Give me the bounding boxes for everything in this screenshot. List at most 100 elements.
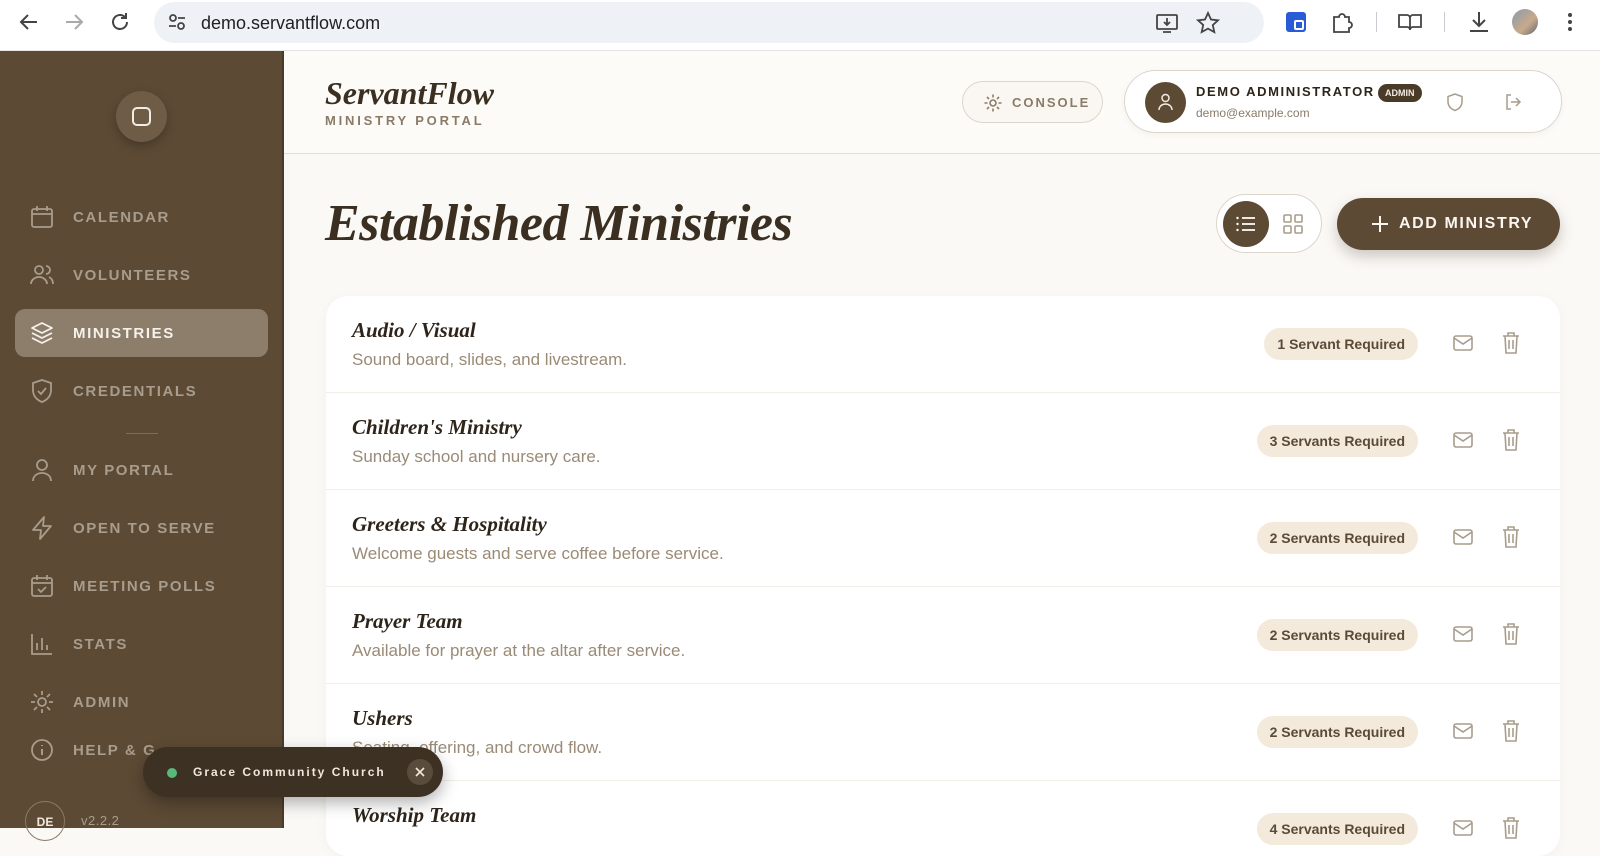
trash-icon[interactable]: [1500, 816, 1522, 840]
ministry-name: Audio / Visual: [352, 318, 476, 342]
back-arrow-icon[interactable]: [17, 10, 41, 34]
list-icon: [1236, 216, 1255, 232]
sidebar-item-label: CREDENTIALS: [73, 383, 198, 400]
trash-icon[interactable]: [1500, 331, 1522, 355]
grid-view-icon[interactable]: [1281, 212, 1305, 236]
trash-icon[interactable]: [1500, 719, 1522, 743]
add-ministry-button[interactable]: ADD MINISTRY: [1337, 198, 1560, 250]
sidebar-item-label: MINISTRIES: [73, 325, 175, 342]
ministries-list: Audio / Visual Sound board, slides, and …: [326, 296, 1560, 856]
close-toast-button[interactable]: [407, 759, 433, 785]
servants-required-badge: 1 Servant Required: [1264, 328, 1418, 360]
site-settings-icon[interactable]: [166, 11, 188, 33]
app-version: v2.2.2: [81, 813, 120, 828]
brand-subtitle: MINISTRY PORTAL: [325, 113, 485, 128]
logout-icon[interactable]: [1503, 92, 1523, 112]
user-initials-avatar[interactable]: DE: [25, 801, 65, 841]
user-name: DEMO ADMINISTRATOR: [1196, 84, 1375, 99]
users-icon: [30, 265, 54, 285]
toolbar-separator: [1444, 12, 1445, 32]
ministry-row[interactable]: Ushers Seating, offering, and crowd flow…: [326, 684, 1560, 781]
sidebar-divider: [126, 433, 158, 434]
app-header: ServantFlow MINISTRY PORTAL CONSOLE DEMO…: [284, 51, 1600, 154]
add-ministry-label: ADD MINISTRY: [1399, 215, 1534, 232]
mail-icon[interactable]: [1452, 720, 1474, 742]
gear-icon: [984, 94, 1002, 112]
app-logo[interactable]: [116, 91, 167, 142]
ministry-name: Ushers: [352, 706, 413, 730]
ministry-row[interactable]: Children's Ministry Sunday school and nu…: [326, 393, 1560, 490]
ministry-description: Sunday school and nursery care.: [352, 447, 601, 466]
servants-required-badge: 2 Servants Required: [1256, 716, 1418, 748]
mail-icon[interactable]: [1452, 429, 1474, 451]
browser-toolbar: demo.servantflow.com: [0, 0, 1600, 51]
logo-square-icon: [132, 107, 151, 126]
list-view-button[interactable]: [1223, 201, 1269, 247]
sidebar-item-stats[interactable]: STATS: [15, 620, 268, 668]
sidebar: CALENDAR VOLUNTEERS MINISTRIES CREDENTIA…: [0, 51, 284, 841]
user-avatar[interactable]: [1145, 82, 1186, 123]
lightning-icon: [32, 516, 52, 540]
trash-icon[interactable]: [1500, 428, 1522, 452]
servants-required-badge: 2 Servants Required: [1256, 522, 1418, 554]
trash-icon[interactable]: [1500, 525, 1522, 549]
servants-required-badge: 2 Servants Required: [1256, 619, 1418, 651]
bar-chart-icon: [31, 634, 52, 655]
page-title: Established Ministries: [325, 195, 793, 252]
extensions-icon[interactable]: [1329, 9, 1355, 35]
sidebar-item-open-to-serve[interactable]: OPEN TO SERVE: [15, 504, 268, 552]
sidebar-item-label: CALENDAR: [73, 209, 170, 226]
sidebar-item-label: ADMIN: [73, 694, 131, 711]
ministry-description: Welcome guests and serve coffee before s…: [352, 544, 724, 563]
sidebar-item-label: STATS: [73, 636, 128, 653]
servants-required-badge: 3 Servants Required: [1256, 425, 1418, 457]
toolbar-separator: [1376, 12, 1377, 32]
mail-icon[interactable]: [1452, 526, 1474, 548]
sidebar-item-volunteers[interactable]: VOLUNTEERS: [15, 251, 268, 299]
sidebar-item-my-portal[interactable]: MY PORTAL: [15, 446, 268, 494]
brand-name[interactable]: ServantFlow: [325, 75, 494, 112]
mail-icon[interactable]: [1452, 623, 1474, 645]
browser-profile-avatar[interactable]: [1512, 9, 1538, 35]
download-icon[interactable]: [1466, 9, 1492, 35]
user-icon: [32, 459, 52, 482]
ministry-name: Children's Ministry: [352, 415, 522, 439]
ministry-row[interactable]: Greeters & Hospitality Welcome guests an…: [326, 490, 1560, 587]
reading-mode-icon[interactable]: [1397, 9, 1423, 35]
ministry-row[interactable]: Prayer Team Available for prayer at the …: [326, 587, 1560, 684]
servants-required-badge: 4 Servants Required: [1256, 813, 1418, 845]
star-icon[interactable]: [1195, 10, 1221, 36]
trash-icon[interactable]: [1500, 622, 1522, 646]
browser-menu-icon[interactable]: [1557, 9, 1583, 35]
ministry-name: Prayer Team: [352, 609, 463, 633]
church-toast: Grace Community Church: [143, 747, 443, 797]
mail-icon[interactable]: [1452, 332, 1474, 354]
layers-icon: [31, 322, 53, 344]
status-dot: [167, 768, 177, 778]
close-icon: [415, 767, 425, 777]
user-profile-card: DEMO ADMINISTRATOR ADMIN demo@example.co…: [1124, 70, 1562, 133]
info-icon: [31, 739, 53, 761]
forward-arrow-icon[interactable]: [62, 10, 86, 34]
sidebar-item-meeting-polls[interactable]: MEETING POLLS: [15, 562, 268, 610]
sidebar-item-ministries[interactable]: MINISTRIES: [15, 309, 268, 357]
shield-icon[interactable]: [1445, 92, 1465, 112]
sidebar-item-calendar[interactable]: CALENDAR: [15, 193, 268, 241]
console-button[interactable]: CONSOLE: [962, 81, 1103, 123]
ministry-row[interactable]: Worship Team 4 Servants Required: [326, 781, 1560, 856]
address-bar[interactable]: demo.servantflow.com: [154, 2, 1264, 43]
view-toggle: [1216, 194, 1322, 253]
sidebar-item-credentials[interactable]: CREDENTIALS: [15, 367, 268, 415]
gear-icon: [31, 691, 53, 713]
ministry-row[interactable]: Audio / Visual Sound board, slides, and …: [326, 296, 1560, 393]
mail-icon[interactable]: [1452, 817, 1474, 839]
role-badge: ADMIN: [1378, 84, 1422, 102]
password-manager-icon[interactable]: [1283, 9, 1309, 35]
sidebar-item-admin[interactable]: ADMIN: [15, 678, 268, 726]
user-email: demo@example.com: [1196, 106, 1310, 120]
reload-icon[interactable]: [108, 10, 132, 34]
shield-check-icon: [32, 379, 52, 403]
install-app-icon[interactable]: [1154, 10, 1180, 36]
url-text[interactable]: demo.servantflow.com: [201, 13, 380, 34]
sidebar-item-label: HELP & G: [73, 742, 157, 759]
